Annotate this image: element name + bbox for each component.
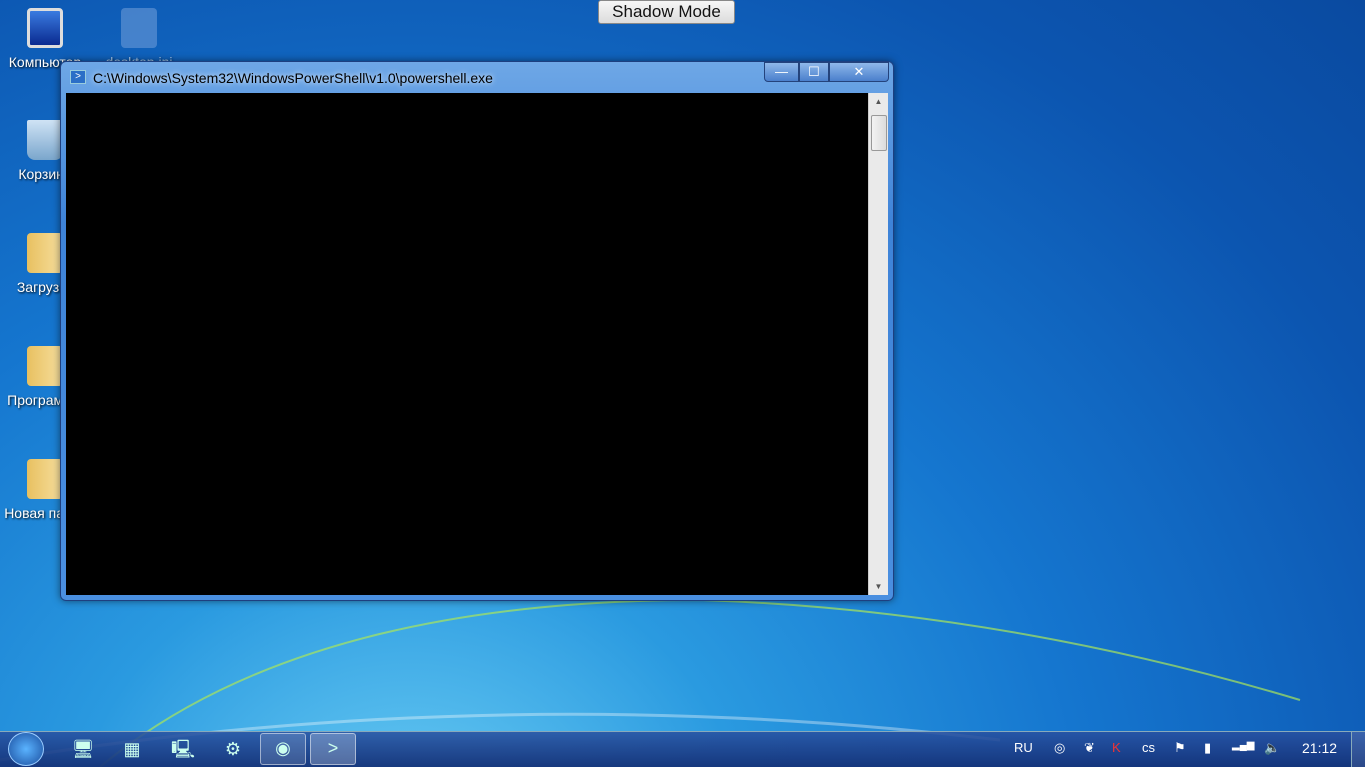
language-indicator[interactable]: RU [1014, 740, 1033, 755]
show-desktop-button[interactable] [1351, 732, 1365, 767]
battery-icon[interactable]: ▮ [1204, 740, 1211, 756]
gear-icon[interactable]: ⚙ [216, 735, 250, 763]
display-icon[interactable]: 🖳 [166, 735, 200, 763]
registry-icon[interactable]: ▦ [115, 735, 149, 763]
window-title: C:\Windows\System32\WindowsPowerShell\v1… [93, 70, 493, 86]
kaspersky-icon[interactable]: K [1112, 740, 1121, 755]
vertical-scrollbar[interactable]: ▲ ▼ [868, 93, 888, 595]
cs-icon[interactable]: cs [1142, 740, 1155, 755]
action-center-flag-icon[interactable]: ⚑ [1174, 740, 1186, 756]
close-button[interactable]: ✕ [829, 62, 889, 82]
settings-file-icon [121, 8, 157, 48]
network-app-icon[interactable]: ◎ [1054, 740, 1065, 756]
scroll-up-icon[interactable]: ▲ [869, 97, 888, 106]
folder-icon [27, 233, 63, 273]
clock[interactable]: 21:12 [1302, 740, 1337, 756]
shadow-mode-button[interactable]: Shadow Mode [598, 0, 735, 24]
computer-icon [27, 8, 63, 48]
chrome-icon[interactable]: ◉ [260, 733, 306, 765]
folder-icon [27, 346, 63, 386]
scroll-down-icon[interactable]: ▼ [869, 582, 888, 591]
powershell-taskbar-icon[interactable]: > [310, 733, 356, 765]
recycle-bin-icon [27, 120, 63, 160]
signal-icon[interactable]: ▂▄▆ [1232, 740, 1254, 751]
start-button[interactable] [8, 732, 44, 766]
volume-icon[interactable]: 🔈 [1264, 740, 1280, 756]
scrollbar-thumb[interactable] [871, 115, 887, 151]
feather-icon[interactable]: ❦ [1084, 740, 1095, 756]
maximize-button[interactable]: ☐ [799, 62, 829, 82]
folder-icon [27, 459, 63, 499]
minimize-button[interactable]: — [764, 62, 799, 82]
powershell-window[interactable]: > C:\Windows\System32\WindowsPowerShell\… [60, 61, 894, 601]
powershell-icon: > [70, 70, 86, 84]
remote-desktop-icon[interactable]: 🖥 [66, 735, 100, 763]
console-area[interactable] [66, 93, 868, 595]
taskbar: 🖥 ▦ 🖳 ⚙ ◉ > RU ◎ ❦ K cs ⚑ ▮ ▂▄▆ 🔈 21:12 [0, 731, 1365, 767]
